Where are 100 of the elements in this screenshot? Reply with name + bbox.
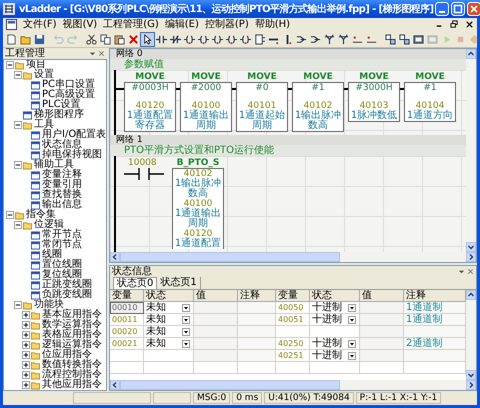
tree-item[interactable]: 输出信息 [42,200,82,210]
function-block-icon[interactable] [253,32,266,46]
coil-icon[interactable] [239,32,252,46]
tree-item[interactable]: 常闭节点 [42,240,82,250]
expand-toggle[interactable] [22,351,30,359]
closed-contact-icon[interactable] [169,32,182,46]
tree-item[interactable]: 位逻辑 [34,220,64,230]
caret-icon[interactable] [182,304,190,312]
caret-icon[interactable] [348,316,356,324]
scroll-right-button[interactable] [466,380,476,390]
tree-item[interactable]: 复位线圈 [42,270,82,280]
maximize-button[interactable] [451,2,466,16]
menu-item[interactable]: 视图(V) [62,18,98,30]
expand-toggle[interactable] [22,311,30,319]
paste-icon[interactable] [113,32,126,46]
tree-item[interactable]: 设置 [34,70,54,80]
function-block[interactable]: #1 40102 1输出脉冲数高 [292,82,344,132]
expand-toggle[interactable] [6,61,14,69]
monitor-icon[interactable] [398,32,411,46]
scroll-down-button[interactable] [466,370,476,380]
dropdown-field[interactable]: 十进制 [310,302,360,314]
vertical-scrollbar[interactable] [466,49,476,252]
menu-item[interactable]: 工程管理(G) [103,18,159,30]
tree-item[interactable]: 其他应用指令 [42,380,102,390]
delete-icon[interactable] [127,32,140,46]
coil-icon[interactable] [225,32,238,46]
tree-item[interactable]: 负跳变线圈 [42,290,92,300]
tree-item[interactable]: 掉电保持视图 [42,150,102,160]
tree-item[interactable]: 表格应用指令 [42,330,102,340]
tree-item[interactable]: 工具 [34,120,54,130]
caret-icon[interactable] [348,304,356,312]
tree-item[interactable]: 指令集 [26,210,56,220]
tree-item[interactable]: 梯形图程序 [34,110,84,120]
function-block[interactable]: 40102 1输出脉冲数高 40100 1通道输出周期 40120 1通道配置 [172,168,224,249]
table-cell[interactable]: 40051 [276,314,310,326]
caret-icon[interactable] [182,340,190,348]
fork-icon[interactable] [337,32,350,46]
restore-icon[interactable] [450,20,459,29]
tab[interactable]: 状态页1 [157,277,201,289]
expand-toggle[interactable] [14,121,22,129]
caret-icon[interactable] [182,316,190,324]
tree-item[interactable]: 功能块 [34,300,64,310]
scroll-thumb[interactable] [120,252,340,262]
dropdown-field[interactable]: 十进制 [310,350,360,362]
expand-toggle[interactable] [22,361,30,369]
tree-item[interactable]: 流程控制指令 [42,370,102,380]
function-block[interactable]: #0003H 40120 1通道配置寄存器 [124,82,176,132]
dropdown-field[interactable]: 十进制 [310,338,360,350]
scroll-left-button[interactable] [110,380,120,390]
table-cell[interactable]: 40250 [276,338,310,350]
pointer-icon[interactable] [141,32,154,46]
function-block[interactable]: #1 40104 1通道方向 [404,82,456,122]
function-block[interactable]: #0 40101 1通道起始周期 [236,82,288,132]
coil-icon[interactable] [183,32,196,46]
dropdown-field[interactable]: 未知 [144,314,194,326]
menu-item[interactable]: 帮助(H) [254,18,290,30]
expand-toggle[interactable] [14,161,22,169]
horizontal-scrollbar[interactable] [110,380,476,390]
close-icon[interactable] [465,20,474,29]
function-block[interactable]: #2000 40100 1通道输出周期 [180,82,232,132]
tab[interactable]: 状态页0 [113,277,158,289]
column-header[interactable]: 状态 [144,290,194,302]
copy-icon[interactable] [99,32,112,46]
tree-item[interactable]: PLC设置 [42,100,81,110]
tree-item[interactable]: 状态信息 [42,140,82,150]
minimize-button[interactable] [435,2,450,16]
scroll-right-button[interactable] [466,252,476,262]
tree-item[interactable]: PC串口设置 [42,80,96,90]
table-cell[interactable] [110,350,144,362]
tree-item[interactable]: 查找替换 [42,190,82,200]
menu-item[interactable]: 控制器(P) [204,18,249,30]
menu-item[interactable]: 编辑(E) [164,18,199,30]
tree-item[interactable]: 逻辑运算指令 [42,340,102,350]
tree-item[interactable]: 变量注释 [42,170,82,180]
table-cell[interactable] [276,326,310,338]
table-cell[interactable]: 00010 [110,302,144,314]
tree-item[interactable]: PC高级设置 [42,90,96,100]
expand-toggle[interactable] [14,301,22,309]
scroll-down-button[interactable] [466,242,476,252]
column-header[interactable]: 值 [360,290,404,302]
scroll-thumb[interactable] [120,380,340,390]
dropdown-field[interactable]: 未知 [144,326,194,338]
table-cell[interactable]: 00021 [110,338,144,350]
table-cell[interactable]: 40251 [276,350,310,362]
expand-toggle[interactable] [22,371,30,379]
tree-item[interactable]: 置位线圈 [42,260,82,270]
dropdown-field[interactable]: 十进制 [310,314,360,326]
coil-icon[interactable] [197,32,210,46]
tree-item[interactable]: 辅助工具 [34,160,74,170]
tree-item[interactable]: 基本应用指令 [42,310,102,320]
expand-toggle[interactable] [6,211,14,219]
save-icon[interactable] [33,32,46,46]
column-header[interactable]: 值 [194,290,238,302]
expand-toggle[interactable] [14,221,22,229]
scroll-up-button[interactable] [466,49,476,59]
tree-item[interactable]: 变量引用 [42,180,82,190]
tree-item[interactable]: 用户I/O配置表 [42,130,106,140]
horizontal-scrollbar[interactable] [110,252,476,262]
dropdown-arrow-icon[interactable] [458,268,465,275]
tree-item[interactable]: 线圈 [42,250,62,260]
